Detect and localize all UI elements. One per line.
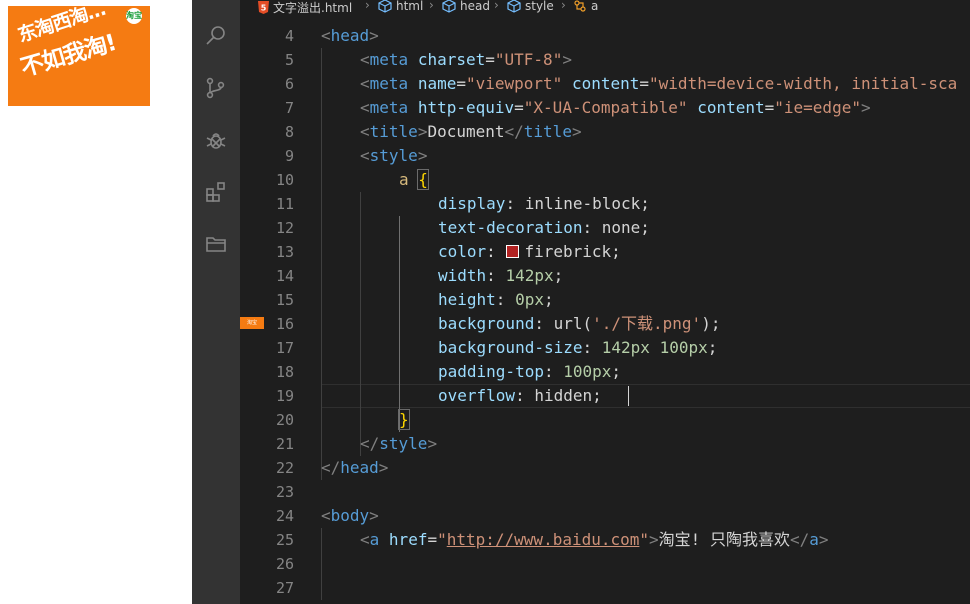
active-indent-guide <box>399 216 400 432</box>
code-line-19: overflow: hidden; <box>438 386 602 405</box>
code-line-9: <style> <box>360 146 428 165</box>
code-line-10: a { <box>399 169 429 190</box>
breadcrumb-label: head <box>460 0 490 13</box>
debug-icon[interactable] <box>204 128 228 152</box>
line-number: 14 <box>275 267 294 285</box>
activity-bar <box>192 0 240 604</box>
code-line-21: </style> <box>360 434 438 453</box>
line-number: 25 <box>275 531 294 549</box>
code-line-11: display: inline-block; <box>438 194 650 213</box>
line-number: 27 <box>275 579 294 597</box>
code-editor[interactable]: 5 文字溢出.html › html › head › style › a 4 … <box>240 0 970 604</box>
thumbnail-label: 淘宝 <box>246 320 257 326</box>
line-number: 18 <box>275 363 294 381</box>
indent-guide <box>321 48 322 480</box>
chevron-right-icon: › <box>429 0 434 12</box>
code-line-8: <title>Document</title> <box>360 122 582 141</box>
breadcrumb: 5 文字溢出.html › html › head › style › a <box>240 0 970 16</box>
breadcrumb-item-a[interactable]: a <box>573 0 598 13</box>
breadcrumb-label: a <box>591 0 599 13</box>
code-line-4: <head> <box>321 26 379 45</box>
breadcrumb-item-head[interactable]: head <box>442 0 490 13</box>
code-line-14: width: 142px; <box>438 266 564 285</box>
html5-icon: 5 <box>258 1 269 14</box>
line-number: 12 <box>275 219 294 237</box>
text-caret <box>628 386 629 406</box>
code-line-6: <meta name="viewport" content="width=dev… <box>360 74 958 93</box>
preview-pane: 东淘西淘… 不如我淘! 淘宝 <box>0 0 192 604</box>
search-icon[interactable] <box>204 24 228 48</box>
source-control-icon[interactable] <box>204 76 228 100</box>
code-link[interactable]: http://www.baidu.com <box>447 530 640 549</box>
line-number: 24 <box>275 507 294 525</box>
line-number: 17 <box>275 339 294 357</box>
breadcrumb-item-style[interactable]: style <box>507 0 554 13</box>
svg-text:5: 5 <box>261 4 267 13</box>
breadcrumb-file-label: 文字溢出.html <box>273 1 353 15</box>
code-line-25: <a href="http://www.baidu.com">淘宝! 只陶我喜欢… <box>360 530 829 549</box>
code-line-22: </head> <box>321 458 389 477</box>
breadcrumb-label: html <box>396 0 424 13</box>
breadcrumb-item-html[interactable]: html <box>378 0 423 13</box>
code-line-24: <body> <box>321 506 379 525</box>
line-number: 8 <box>284 123 294 141</box>
line-number: 22 <box>275 459 294 477</box>
chevron-right-icon: › <box>494 0 499 12</box>
code-area[interactable]: <head> <meta charset="UTF-8"> <meta name… <box>321 24 970 604</box>
line-number: 15 <box>275 291 294 309</box>
cube-icon <box>442 0 456 13</box>
line-number: 6 <box>284 75 294 93</box>
cube-icon <box>378 0 392 13</box>
line-number: 19 <box>275 387 294 405</box>
indent-guide <box>360 192 361 456</box>
code-line-17: background-size: 142px 100px; <box>438 338 718 357</box>
chevron-right-icon: › <box>365 0 370 12</box>
line-number: 11 <box>275 195 294 213</box>
current-line-highlight <box>321 384 970 408</box>
line-number: 4 <box>284 27 294 45</box>
code-line-7: <meta http-equiv="X-UA-Compatible" conte… <box>360 98 871 117</box>
logo-badge: 淘宝 <box>126 8 142 24</box>
chevron-right-icon: › <box>561 0 566 12</box>
code-line-12: text-decoration: none; <box>438 218 650 237</box>
line-number: 26 <box>275 555 294 573</box>
code-line-15: height: 0px; <box>438 290 554 309</box>
indent-guide <box>321 528 322 600</box>
extensions-icon[interactable] <box>204 180 228 204</box>
code-line-20: } <box>398 409 410 430</box>
line-number: 23 <box>275 483 294 501</box>
breadcrumb-label: style <box>525 0 554 13</box>
breadcrumb-file[interactable]: 5 文字溢出.html <box>258 0 352 16</box>
line-number: 5 <box>284 51 294 69</box>
line-number: 9 <box>284 147 294 165</box>
code-line-5: <meta charset="UTF-8"> <box>360 50 572 69</box>
explorer-icon[interactable] <box>204 232 228 256</box>
css-selector-icon <box>574 0 586 12</box>
image-thumbnail: 淘宝 <box>240 317 264 329</box>
line-number: 13 <box>275 243 294 261</box>
taobao-logo-link[interactable]: 东淘西淘… 不如我淘! 淘宝 <box>8 6 150 106</box>
color-swatch[interactable] <box>506 244 520 258</box>
cube-icon <box>507 0 521 13</box>
line-number: 21 <box>275 435 294 453</box>
code-line-18: padding-top: 100px; <box>438 362 622 381</box>
line-number: 20 <box>275 411 294 429</box>
line-number: 7 <box>284 99 294 117</box>
line-number: 10 <box>275 171 294 189</box>
code-line-13: color: firebrick; <box>438 242 621 261</box>
code-line-16: background: url('./下载.png'); <box>438 314 721 333</box>
